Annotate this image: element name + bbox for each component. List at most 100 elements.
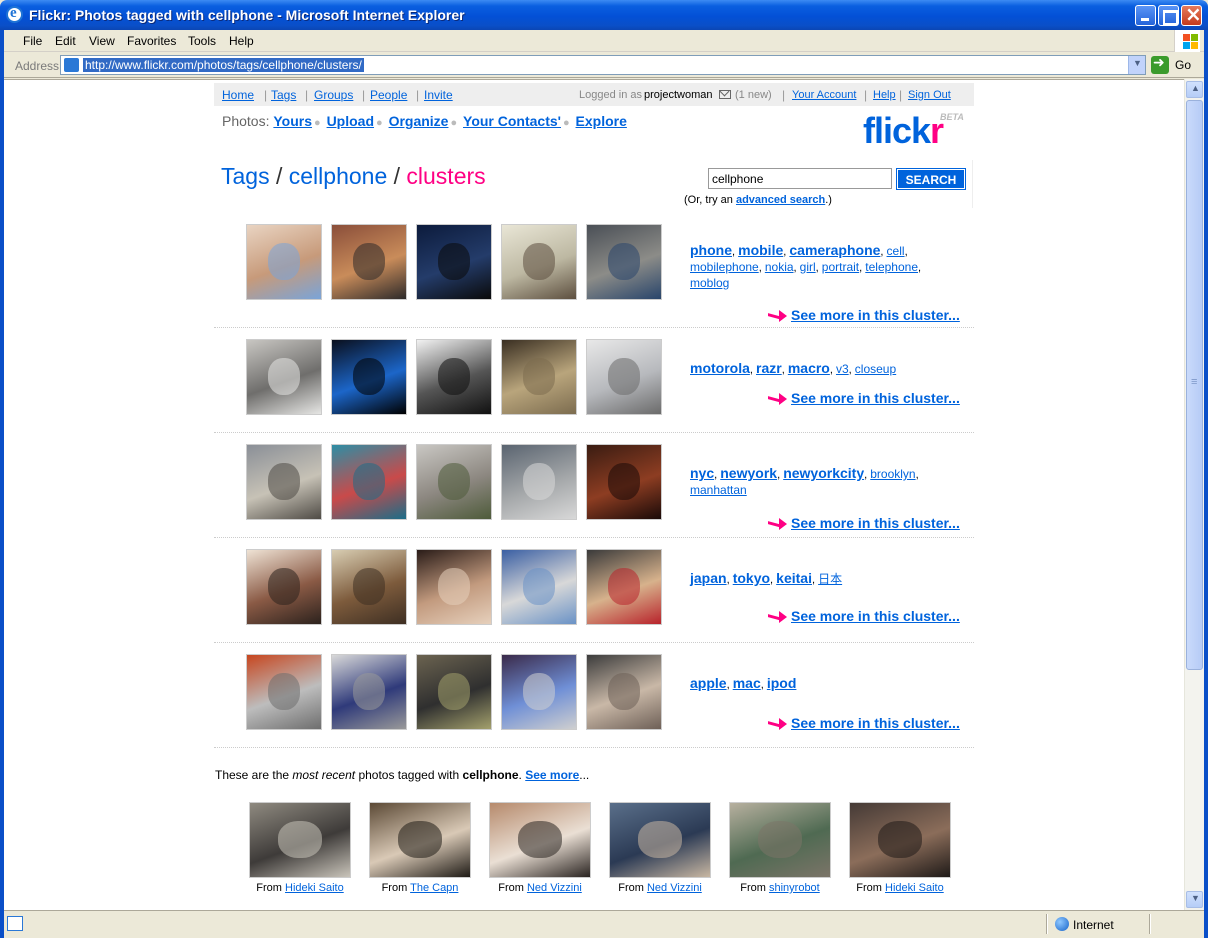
tag-link[interactable]: macro <box>788 360 830 376</box>
tag-link[interactable]: newyorkcity <box>783 465 864 481</box>
menu-tools[interactable]: Tools <box>188 34 216 48</box>
nav-invite-link[interactable]: Invite <box>424 88 453 102</box>
scroll-thumb[interactable] <box>1186 100 1203 670</box>
maximize-button[interactable] <box>1158 5 1179 26</box>
see-more-link[interactable]: See more <box>525 768 579 782</box>
go-button[interactable]: Go <box>1175 58 1191 72</box>
photos-contacts-link[interactable]: Your Contacts' <box>463 113 561 129</box>
recent-photo-thumbnail[interactable] <box>849 802 951 878</box>
cluster-photo-thumbnail[interactable] <box>246 339 322 415</box>
address-field[interactable]: http://www.flickr.com/photos/tags/cellph… <box>60 55 1146 75</box>
tag-link[interactable]: nyc <box>690 465 714 481</box>
go-arrow-icon[interactable] <box>1151 55 1169 74</box>
recent-photo-thumbnail[interactable] <box>369 802 471 878</box>
cluster-photo-thumbnail[interactable] <box>501 444 577 520</box>
close-button[interactable] <box>1181 2 1202 26</box>
see-more-cluster-link[interactable]: See more in this cluster... <box>768 390 960 406</box>
tag-link[interactable]: closeup <box>855 362 896 376</box>
photos-upload-link[interactable]: Upload <box>327 113 374 129</box>
recent-photo-thumbnail[interactable] <box>729 802 831 878</box>
breadcrumb-tags[interactable]: Tags <box>221 163 270 189</box>
cluster-photo-thumbnail[interactable] <box>586 654 662 730</box>
tag-link[interactable]: manhattan <box>690 483 747 497</box>
tag-link[interactable]: moblog <box>690 276 729 290</box>
tag-link[interactable]: telephone <box>865 260 918 274</box>
tag-link[interactable]: phone <box>690 242 732 258</box>
cluster-photo-thumbnail[interactable] <box>586 339 662 415</box>
help-link[interactable]: Help <box>873 89 896 101</box>
breadcrumb-tag[interactable]: cellphone <box>289 163 387 189</box>
address-dropdown-button[interactable] <box>1128 56 1145 74</box>
vertical-scrollbar[interactable] <box>1184 79 1204 910</box>
see-more-cluster-link[interactable]: See more in this cluster... <box>768 715 960 731</box>
cluster-photo-thumbnail[interactable] <box>416 444 492 520</box>
photos-explore-link[interactable]: Explore <box>576 113 627 129</box>
cluster-photo-thumbnail[interactable] <box>246 654 322 730</box>
flickr-logo[interactable]: flickr <box>863 110 944 152</box>
nav-groups-link[interactable]: Groups <box>314 88 353 102</box>
recent-photo-thumbnail[interactable] <box>609 802 711 878</box>
cluster-photo-thumbnail[interactable] <box>246 444 322 520</box>
cluster-photo-thumbnail[interactable] <box>331 444 407 520</box>
search-button[interactable]: SEARCH <box>896 168 966 190</box>
tag-link[interactable]: ipod <box>767 675 797 691</box>
photos-yours-link[interactable]: Yours <box>273 113 312 129</box>
cluster-photo-thumbnail[interactable] <box>501 224 577 300</box>
menu-help[interactable]: Help <box>229 34 254 48</box>
ie-icon[interactable] <box>6 5 23 23</box>
recent-photo-thumbnail[interactable] <box>489 802 591 878</box>
cluster-photo-thumbnail[interactable] <box>246 549 322 625</box>
menu-favorites[interactable]: Favorites <box>127 34 176 48</box>
tag-link[interactable]: newyork <box>720 465 777 481</box>
menu-file[interactable]: File <box>23 34 42 48</box>
cluster-photo-thumbnail[interactable] <box>331 654 407 730</box>
tag-link[interactable]: girl <box>800 260 816 274</box>
tag-link[interactable]: japan <box>690 570 727 586</box>
tag-link[interactable]: keitai <box>776 570 812 586</box>
photos-organize-link[interactable]: Organize <box>389 113 449 129</box>
title-bar[interactable]: Flickr: Photos tagged with cellphone - M… <box>0 0 1208 30</box>
photo-owner-link[interactable]: shinyrobot <box>769 882 820 894</box>
cluster-photo-thumbnail[interactable] <box>416 339 492 415</box>
tag-search-input[interactable] <box>708 168 892 189</box>
tag-link[interactable]: cell <box>887 244 905 258</box>
cluster-photo-thumbnail[interactable] <box>501 339 577 415</box>
scroll-down-button[interactable] <box>1186 891 1203 908</box>
cluster-photo-thumbnail[interactable] <box>331 224 407 300</box>
cluster-photo-thumbnail[interactable] <box>331 549 407 625</box>
photo-owner-link[interactable]: Hideki Saito <box>885 882 944 894</box>
scroll-up-button[interactable] <box>1186 81 1203 98</box>
cluster-photo-thumbnail[interactable] <box>416 654 492 730</box>
tag-link[interactable]: nokia <box>765 260 794 274</box>
your-account-link[interactable]: Your Account <box>792 89 856 101</box>
tag-link[interactable]: tokyo <box>733 570 770 586</box>
tag-link[interactable]: mobilephone <box>690 260 759 274</box>
cluster-photo-thumbnail[interactable] <box>331 339 407 415</box>
tag-link[interactable]: mac <box>733 675 761 691</box>
tag-link[interactable]: v3 <box>836 362 849 376</box>
see-more-cluster-link[interactable]: See more in this cluster... <box>768 515 960 531</box>
cluster-photo-thumbnail[interactable] <box>586 549 662 625</box>
cluster-photo-thumbnail[interactable] <box>586 224 662 300</box>
minimize-button[interactable] <box>1135 5 1156 26</box>
nav-people-link[interactable]: People <box>370 88 407 102</box>
nav-home-link[interactable]: Home <box>222 88 254 102</box>
menu-edit[interactable]: Edit <box>55 34 76 48</box>
see-more-cluster-link[interactable]: See more in this cluster... <box>768 608 960 624</box>
photo-owner-link[interactable]: Ned Vizzini <box>527 882 582 894</box>
cluster-photo-thumbnail[interactable] <box>246 224 322 300</box>
tag-link[interactable]: brooklyn <box>870 467 915 481</box>
tag-link[interactable]: cameraphone <box>789 242 880 258</box>
tag-link[interactable]: apple <box>690 675 727 691</box>
menu-view[interactable]: View <box>89 34 115 48</box>
tag-link[interactable]: razr <box>756 360 782 376</box>
photo-owner-link[interactable]: The Capn <box>410 882 458 894</box>
tag-link[interactable]: mobile <box>738 242 783 258</box>
cluster-photo-thumbnail[interactable] <box>501 654 577 730</box>
recent-photo-thumbnail[interactable] <box>249 802 351 878</box>
mail-icon[interactable] <box>719 90 731 99</box>
nav-tags-link[interactable]: Tags <box>271 88 296 102</box>
address-url[interactable]: http://www.flickr.com/photos/tags/cellph… <box>83 58 364 72</box>
tag-link[interactable]: 日本 <box>818 572 842 586</box>
sign-out-link[interactable]: Sign Out <box>908 89 951 101</box>
